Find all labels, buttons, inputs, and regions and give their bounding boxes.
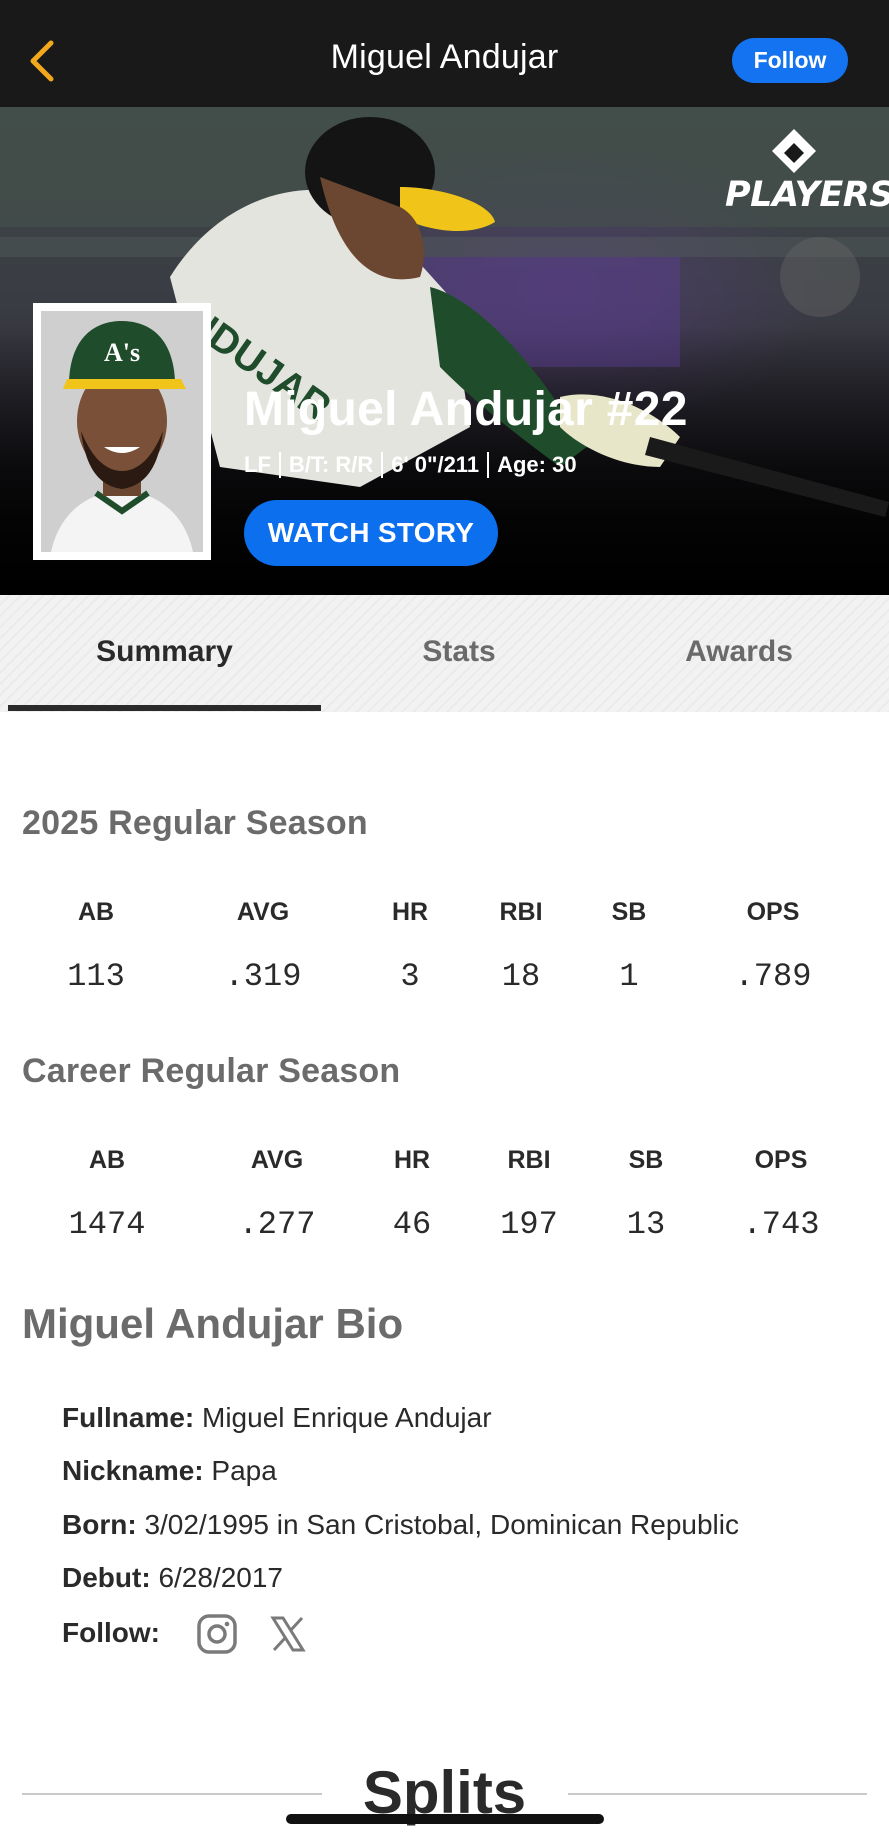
bio-label: Fullname: [62, 1402, 195, 1433]
bio-born: Born: 3/02/1995 in San Cristobal, Domini… [62, 1509, 739, 1541]
stat-header: AB [88, 1146, 126, 1174]
stat-header: RBI [499, 898, 543, 926]
bio-label: Born: [62, 1509, 137, 1540]
bio-title: Miguel Andujar Bio [22, 1300, 404, 1347]
bio-value: Miguel Enrique Andujar [202, 1402, 492, 1433]
player-name-number: Miguel Andujar #22 [244, 383, 688, 436]
stat-header: RBI [507, 1146, 551, 1174]
stat-value: .319 [224, 958, 302, 995]
active-tab-indicator [8, 705, 321, 711]
stat-value: 1 [619, 958, 639, 995]
stat-value: 197 [500, 1206, 558, 1243]
player-headshot-frame: A's [33, 303, 211, 560]
stat-value: 3 [400, 958, 420, 995]
stat-value: 1474 [68, 1206, 146, 1243]
bio-value: 6/28/2017 [158, 1562, 284, 1593]
stat-header: OPS [754, 1146, 808, 1174]
svg-text:A's: A's [104, 338, 140, 367]
stat-header: HR [391, 898, 429, 926]
bio-debut: Debut: 6/28/2017 [62, 1562, 283, 1594]
home-indicator[interactable] [286, 1814, 604, 1824]
player-age: Age: 30 [497, 452, 577, 477]
player-position: LF [244, 452, 271, 477]
divider [381, 452, 384, 478]
stat-value: 18 [501, 958, 541, 995]
divider [278, 452, 281, 478]
tab-awards[interactable]: Awards [590, 635, 888, 669]
player-hero-banner: NDUJAR PLAYERS A's Miguel Andujar #22 LF… [0, 107, 889, 595]
stat-value: .743 [742, 1206, 820, 1243]
stat-header: AVG [236, 898, 290, 926]
stat-value: 46 [392, 1206, 432, 1243]
stat-value: .277 [238, 1206, 316, 1243]
bio-value: Papa [211, 1455, 277, 1486]
bio-label: Debut: [62, 1562, 151, 1593]
stat-value: 113 [67, 958, 125, 995]
top-navigation-bar: Miguel Andujar Follow [0, 0, 889, 107]
watch-story-button[interactable]: WATCH STORY [244, 500, 498, 566]
divider [487, 452, 490, 478]
bio-value: 3/02/1995 in San Cristobal, Dominican Re… [144, 1509, 739, 1540]
bio-label: Nickname: [62, 1455, 204, 1486]
bio-fullname: Fullname: Miguel Enrique Andujar [62, 1402, 492, 1434]
stat-header: HR [393, 1146, 431, 1174]
bio-follow: Follow: [62, 1617, 160, 1649]
stat-value: 13 [626, 1206, 666, 1243]
mlb-players-wordmark: PLAYERS [725, 175, 889, 215]
stat-header: SB [611, 898, 647, 926]
career-stats-title: Career Regular Season [22, 1052, 401, 1090]
stat-header: AVG [250, 1146, 304, 1174]
follow-button[interactable]: Follow [732, 38, 848, 83]
tab-summary[interactable]: Summary [8, 635, 321, 669]
profile-tabs: Summary Stats Awards [0, 595, 889, 712]
bio-nickname: Nickname: Papa [62, 1455, 277, 1487]
stat-value: .789 [734, 958, 812, 995]
player-bio-line: LF B/T: R/R 6' 0"/211 Age: 30 [244, 452, 577, 478]
tab-stats[interactable]: Stats [310, 635, 608, 669]
stat-header: OPS [746, 898, 800, 926]
x-icon[interactable] [266, 1612, 310, 1656]
player-headshot: A's [41, 311, 203, 552]
bio-label: Follow: [62, 1617, 160, 1648]
season-stats-title: 2025 Regular Season [22, 804, 368, 842]
player-height-weight: 6' 0"/211 [391, 452, 480, 477]
player-bats-throws: B/T: R/R [288, 452, 374, 477]
instagram-icon[interactable] [195, 1612, 239, 1656]
stat-header: SB [628, 1146, 664, 1174]
stat-header: AB [77, 898, 115, 926]
